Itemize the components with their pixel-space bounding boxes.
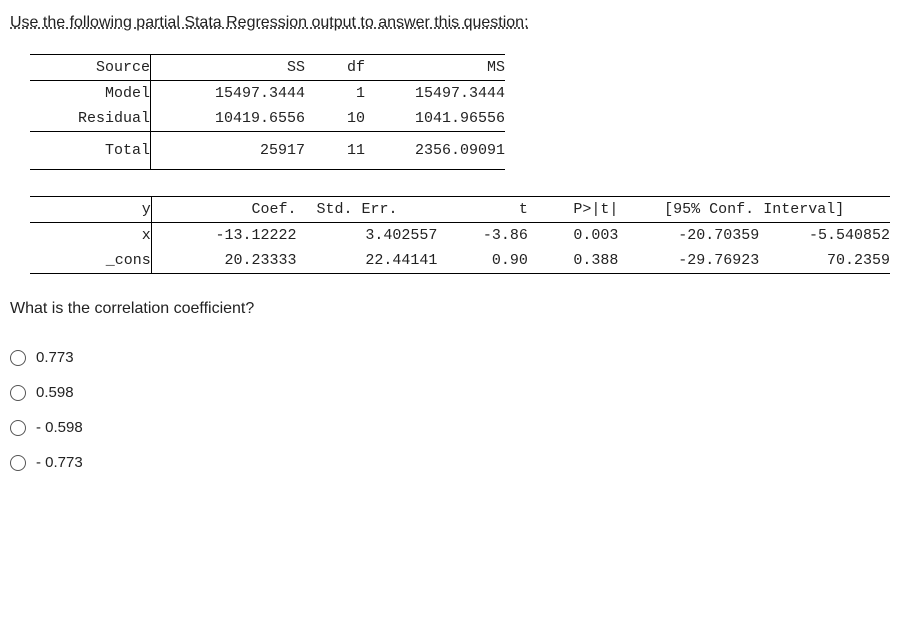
anova-cell: Residual: [30, 106, 151, 132]
radio-icon: [10, 455, 26, 471]
coef-h-ci: [95% Conf. Interval]: [618, 197, 890, 223]
anova-h-ms: MS: [365, 55, 505, 81]
coef-h-coef: Coef.: [151, 197, 296, 223]
anova-cell: Model: [30, 81, 151, 107]
coef-cell: _cons: [30, 248, 151, 274]
radio-icon: [10, 385, 26, 401]
coef-cell: -29.76923: [618, 248, 759, 274]
question-text: What is the correlation coefficient?: [10, 300, 892, 318]
coef-cell: 22.44141: [297, 248, 438, 274]
anova-cell: 11: [305, 132, 365, 170]
coef-cell: 70.2359: [759, 248, 890, 274]
anova-cell: 10: [305, 106, 365, 132]
anova-row-model: Model 15497.3444 1 15497.3444: [30, 81, 505, 107]
anova-cell: 2356.09091: [365, 132, 505, 170]
coef-h-se: Std. Err.: [297, 197, 438, 223]
coef-cell: 20.23333: [151, 248, 296, 274]
coef-cell: -20.70359: [618, 223, 759, 249]
coef-cell: -5.540852: [759, 223, 890, 249]
option-0[interactable]: 0.773: [10, 340, 892, 375]
option-label: 0.598: [36, 384, 74, 401]
anova-table: Source SS df MS Model 15497.3444 1 15497…: [30, 54, 505, 170]
coef-cell: 0.90: [437, 248, 528, 274]
option-label: - 0.773: [36, 454, 83, 471]
coef-h-t: t: [437, 197, 528, 223]
coef-table: y Coef. Std. Err. t P>|t| [95% Conf. Int…: [30, 196, 890, 274]
anova-row-total: Total 25917 11 2356.09091: [30, 132, 505, 170]
question-intro: Use the following partial Stata Regressi…: [10, 14, 529, 32]
coef-cell: x: [30, 223, 151, 249]
radio-icon: [10, 420, 26, 436]
coef-row-cons: _cons 20.23333 22.44141 0.90 0.388 -29.7…: [30, 248, 890, 274]
option-1[interactable]: 0.598: [10, 375, 892, 410]
radio-icon: [10, 350, 26, 366]
coef-h-p: P>|t|: [528, 197, 619, 223]
coef-cell: -3.86: [437, 223, 528, 249]
anova-cell: 1041.96556: [365, 106, 505, 132]
anova-cell: 25917: [151, 132, 306, 170]
coef-h-y: y: [30, 197, 151, 223]
anova-h-ss: SS: [151, 55, 306, 81]
coef-row-x: x -13.12222 3.402557 -3.86 0.003 -20.703…: [30, 223, 890, 249]
anova-row-residual: Residual 10419.6556 10 1041.96556: [30, 106, 505, 132]
anova-h-source: Source: [30, 55, 151, 81]
coef-cell: 0.003: [528, 223, 619, 249]
anova-h-df: df: [305, 55, 365, 81]
option-label: 0.773: [36, 349, 74, 366]
anova-cell: 15497.3444: [151, 81, 306, 107]
coef-cell: 3.402557: [297, 223, 438, 249]
anova-cell: 1: [305, 81, 365, 107]
option-label: - 0.598: [36, 419, 83, 436]
anova-cell: 10419.6556: [151, 106, 306, 132]
option-3[interactable]: - 0.773: [10, 445, 892, 480]
option-2[interactable]: - 0.598: [10, 410, 892, 445]
coef-cell: 0.388: [528, 248, 619, 274]
coef-cell: -13.12222: [151, 223, 296, 249]
anova-cell: 15497.3444: [365, 81, 505, 107]
anova-cell: Total: [30, 132, 151, 170]
